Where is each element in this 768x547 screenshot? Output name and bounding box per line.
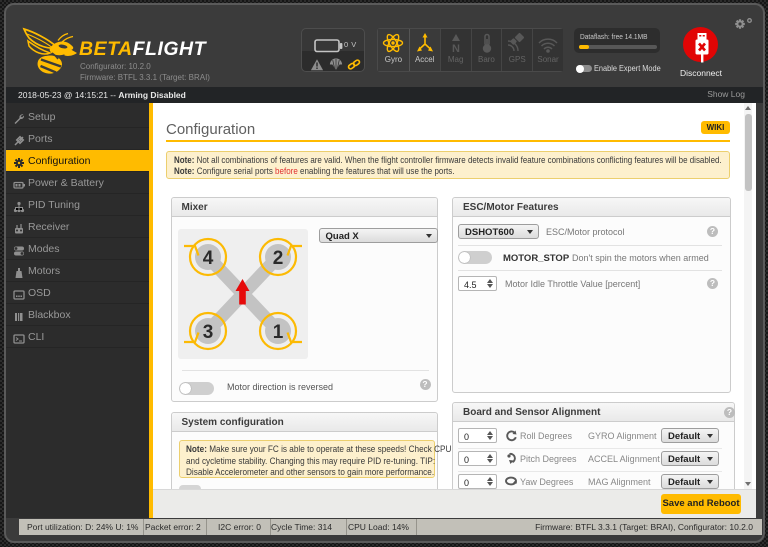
- svg-text:3: 3: [203, 322, 214, 343]
- svg-text:1: 1: [273, 322, 284, 343]
- svg-text:N: N: [452, 43, 460, 54]
- svg-text:2: 2: [273, 248, 284, 269]
- svg-text:4: 4: [203, 248, 214, 269]
